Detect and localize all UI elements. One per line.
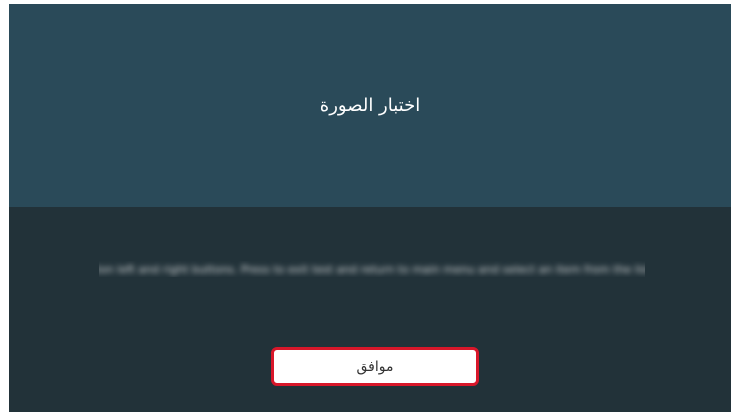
- dialog-message-text: Use navigation left and right buttons. P…: [99, 262, 645, 276]
- dialog-message: Use navigation left and right buttons. P…: [99, 261, 645, 277]
- dialog-body: Use navigation left and right buttons. P…: [9, 207, 731, 412]
- ok-button[interactable]: موافق: [271, 347, 479, 386]
- ok-button-label: موافق: [356, 358, 394, 375]
- dialog-header: اختبار الصورة: [9, 4, 731, 207]
- dialog-title: اختبار الصورة: [319, 95, 421, 116]
- picture-test-dialog: اختبار الصورة Use navigation left and ri…: [9, 4, 731, 412]
